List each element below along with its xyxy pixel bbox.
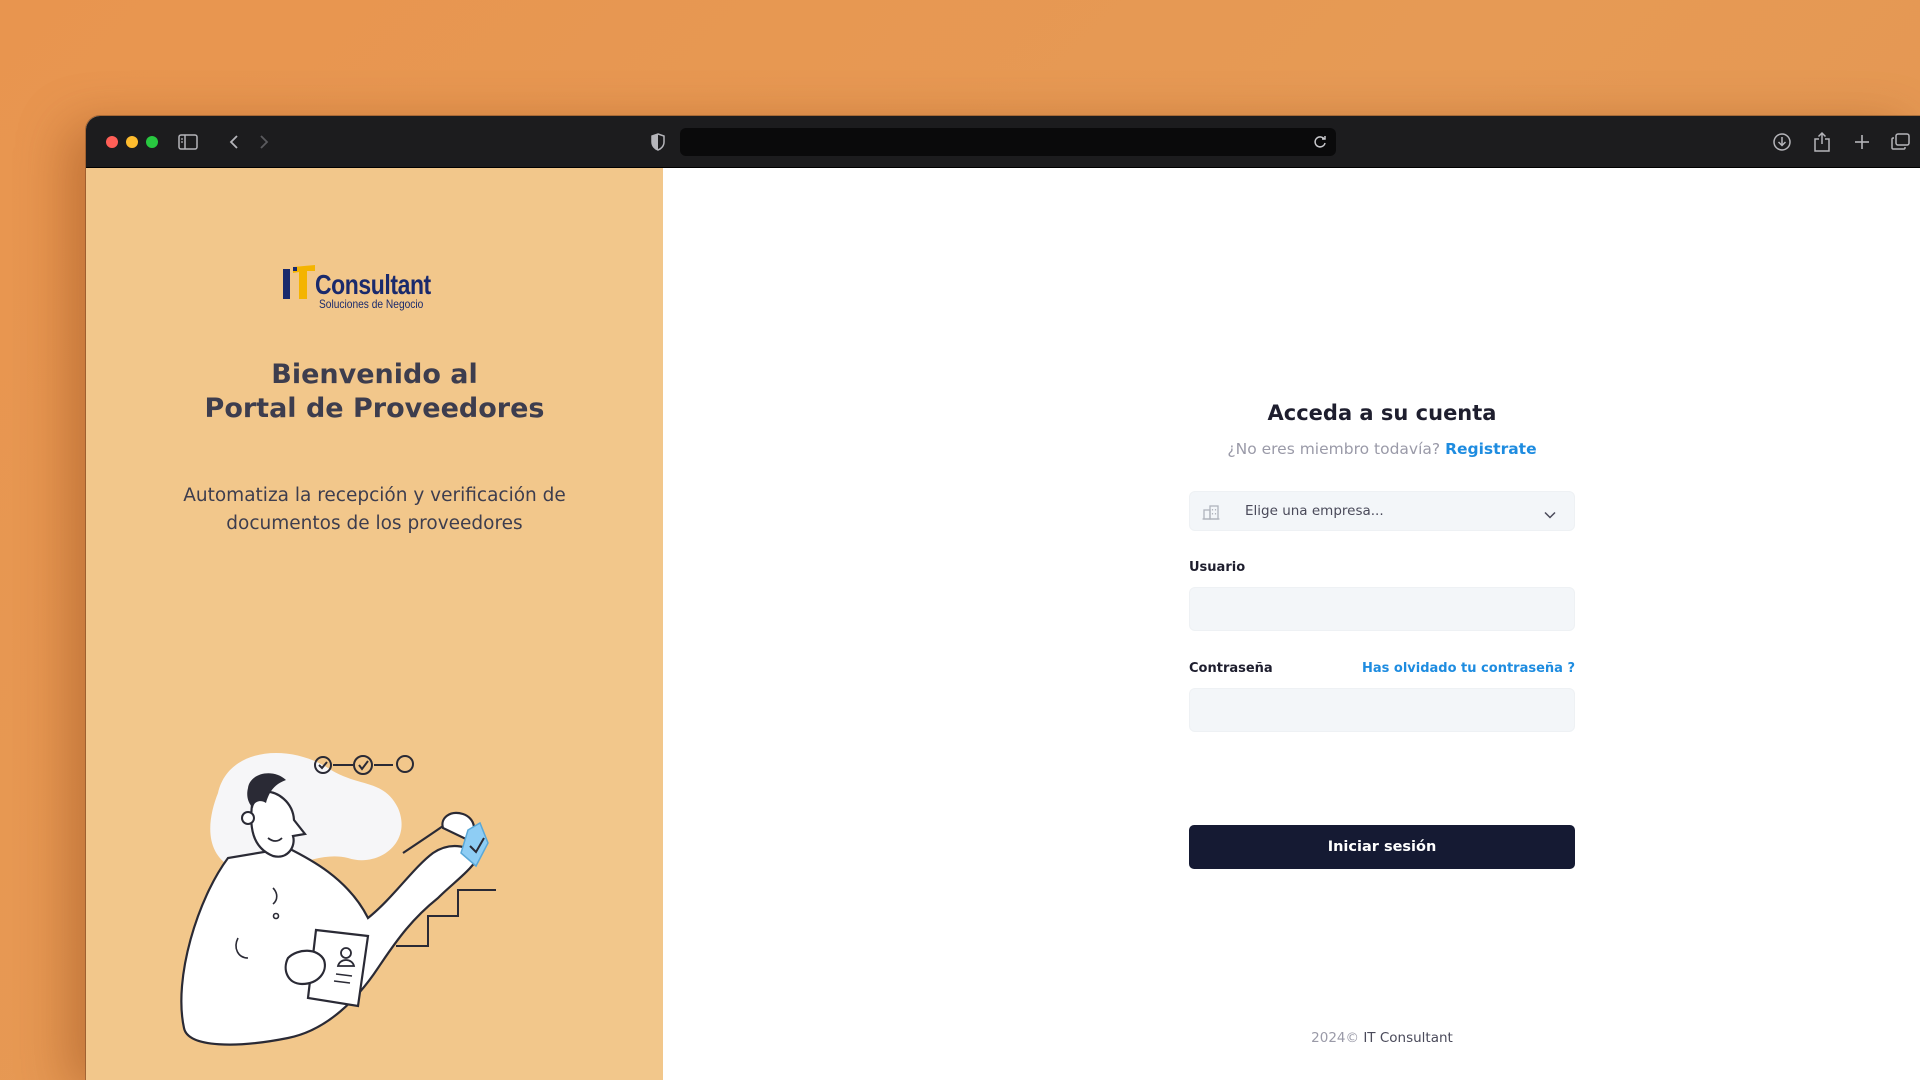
register-link[interactable]: Registrate xyxy=(1445,440,1537,458)
company-logo: Consultant Soluciones de Negocio xyxy=(281,261,461,317)
welcome-tagline: Automatiza la recepción y verificación d… xyxy=(156,482,593,538)
tabs-overview-icon[interactable] xyxy=(1889,130,1913,154)
welcome-panel: Consultant Soluciones de Negocio Bienven… xyxy=(86,168,663,1080)
password-label: Contraseña xyxy=(1189,661,1273,676)
close-window-button[interactable] xyxy=(106,136,118,148)
welcome-heading: Bienvenido al Portal de Proveedores xyxy=(86,358,663,426)
welcome-line-2: Portal de Proveedores xyxy=(204,393,545,424)
footer-company: IT Consultant xyxy=(1363,1030,1453,1046)
company-select-placeholder: Elige una empresa... xyxy=(1245,503,1384,519)
username-label: Usuario xyxy=(1189,560,1246,575)
logo-subtitle: Soluciones de Negocio xyxy=(319,297,424,311)
company-select[interactable]: Elige una empresa... xyxy=(1189,491,1575,531)
illustration-person-documents xyxy=(180,753,496,1046)
forgot-password-link[interactable]: Has olvidado tu contraseña ? xyxy=(1362,661,1575,676)
welcome-line-1: Bienvenido al xyxy=(271,359,478,390)
login-panel: Acceda a su cuenta ¿No eres miembro toda… xyxy=(663,168,1920,1080)
reload-icon[interactable] xyxy=(1312,134,1328,155)
shield-icon[interactable] xyxy=(646,130,670,154)
password-input[interactable] xyxy=(1189,688,1575,732)
register-prompt: ¿No eres miembro todavía? Registrate xyxy=(1189,440,1575,458)
address-bar[interactable] xyxy=(680,128,1336,156)
login-title: Acceda a su cuenta xyxy=(1267,401,1497,425)
browser-window: Consultant Soluciones de Negocio Bienven… xyxy=(86,116,1920,1080)
footer-year: 2024© xyxy=(1311,1030,1360,1046)
login-button[interactable]: Iniciar sesión xyxy=(1189,825,1575,869)
back-icon[interactable] xyxy=(222,130,246,154)
browser-toolbar xyxy=(86,116,1920,168)
login-form: Acceda a su cuenta ¿No eres miembro toda… xyxy=(1189,168,1575,1080)
username-input[interactable] xyxy=(1189,587,1575,631)
minimize-window-button[interactable] xyxy=(126,136,138,148)
maximize-window-button[interactable] xyxy=(146,136,158,148)
not-member-text: ¿No eres miembro todavía? xyxy=(1227,440,1441,458)
tagline-line-1: Automatiza la recepción y verificación d… xyxy=(183,485,566,506)
share-icon[interactable] xyxy=(1810,130,1834,154)
forward-icon[interactable] xyxy=(252,130,276,154)
tagline-line-2: documentos de los proveedores xyxy=(226,513,523,534)
footer: 2024© IT Consultant xyxy=(1189,1030,1575,1046)
new-tab-icon[interactable] xyxy=(1850,130,1874,154)
download-icon[interactable] xyxy=(1770,130,1794,154)
building-icon xyxy=(1202,503,1220,526)
chevron-down-icon xyxy=(1544,506,1556,524)
sidebar-icon[interactable] xyxy=(176,130,200,154)
